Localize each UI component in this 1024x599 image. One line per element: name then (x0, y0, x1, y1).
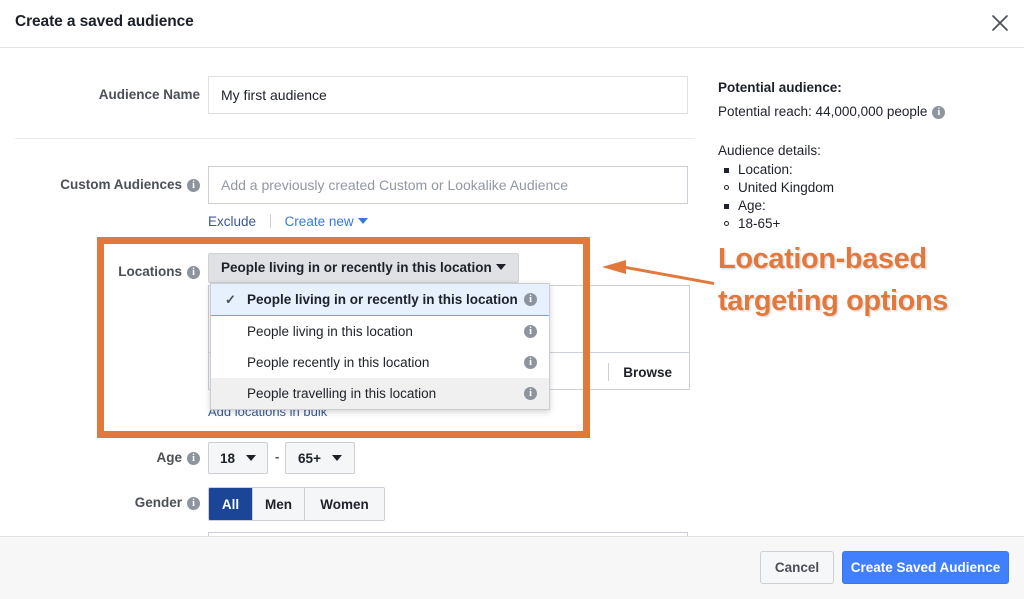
gender-segmented-control[interactable]: All Men Women (208, 487, 385, 521)
potential-audience-title: Potential audience: (718, 80, 842, 95)
dropdown-option-living-in[interactable]: People living in this location i (211, 316, 549, 347)
check-icon: ✓ (225, 291, 236, 307)
link-separator (269, 214, 271, 228)
chevron-down-icon (357, 218, 368, 224)
create-new-link[interactable]: Create new (285, 214, 368, 229)
gender-option-all[interactable]: All (209, 488, 253, 520)
bullet-square-icon (724, 168, 729, 173)
gender-label: Gender i (135, 495, 200, 510)
browse-separator (608, 363, 610, 381)
gender-option-men[interactable]: Men (253, 488, 305, 520)
locations-label: Locations i (118, 264, 200, 279)
list-item: 18-65+ (718, 215, 834, 233)
custom-audiences-label: Custom Audiences i (60, 177, 200, 192)
potential-audience-panel: Potential audience: Potential reach: 44,… (718, 48, 1024, 535)
custom-audiences-links: Exclude Create new (208, 214, 368, 229)
chevron-down-icon (246, 455, 257, 461)
close-icon[interactable] (988, 11, 1012, 35)
custom-audiences-input[interactable]: Add a previously created Custom or Looka… (208, 166, 688, 204)
age-range-separator: - (275, 449, 280, 464)
browse-button[interactable]: Browse (623, 365, 672, 380)
bullet-circle-icon (724, 185, 729, 190)
dialog-header: Create a saved audience (0, 0, 1024, 48)
exclude-link[interactable]: Exclude (208, 214, 256, 229)
info-icon-custom-audiences[interactable]: i (187, 179, 200, 192)
dropdown-option-travelling-in[interactable]: People travelling in this location i (211, 378, 549, 409)
audience-name-input[interactable]: My first audience (208, 76, 688, 114)
potential-reach: Potential reach: 44,000,000 people i (718, 104, 946, 119)
dropdown-option-living-in-or-recently[interactable]: ✓ People living in or recently in this l… (211, 284, 549, 316)
info-icon-potential-reach[interactable]: i (932, 106, 946, 119)
audience-details-list: Location: United Kingdom Age: 18-65+ (718, 161, 834, 233)
bullet-circle-icon (724, 221, 729, 226)
info-icon-option-4[interactable]: i (524, 387, 537, 400)
chevron-down-icon (495, 264, 506, 270)
cancel-button[interactable]: Cancel (760, 551, 834, 584)
info-icon-option-1[interactable]: i (524, 293, 537, 306)
bullet-square-icon (724, 204, 729, 209)
locations-dropdown-menu[interactable]: ✓ People living in or recently in this l… (210, 283, 550, 410)
gender-option-women[interactable]: Women (305, 488, 384, 520)
age-max-dropdown[interactable]: 65+ (285, 442, 355, 474)
audience-name-label: Audience Name (98, 87, 200, 102)
locations-select-button[interactable]: People living in or recently in this loc… (208, 253, 519, 283)
info-icon-gender[interactable]: i (187, 497, 200, 510)
age-min-dropdown[interactable]: 18 (208, 442, 268, 474)
audience-details-title: Audience details: (718, 143, 821, 158)
age-label: Age i (156, 450, 200, 465)
divider-1 (15, 138, 695, 139)
dialog-body: Audience Name My first audience Custom A… (0, 48, 1024, 570)
chevron-down-icon (331, 455, 342, 461)
dialog-footer: Cancel Create Saved Audience (0, 536, 1024, 599)
info-icon-option-2[interactable]: i (524, 325, 537, 338)
create-saved-audience-button[interactable]: Create Saved Audience (842, 551, 1009, 584)
list-item: Location: (718, 161, 834, 179)
list-item: United Kingdom (718, 179, 834, 197)
info-icon-age[interactable]: i (187, 452, 200, 465)
info-icon-option-3[interactable]: i (524, 356, 537, 369)
info-icon-locations[interactable]: i (187, 266, 200, 279)
browse-row: Browse (608, 353, 689, 391)
list-item: Age: (718, 197, 834, 215)
dropdown-option-recently-in[interactable]: People recently in this location i (211, 347, 549, 378)
audience-form: Audience Name My first audience Custom A… (0, 48, 706, 570)
page-title: Create a saved audience (15, 13, 194, 30)
